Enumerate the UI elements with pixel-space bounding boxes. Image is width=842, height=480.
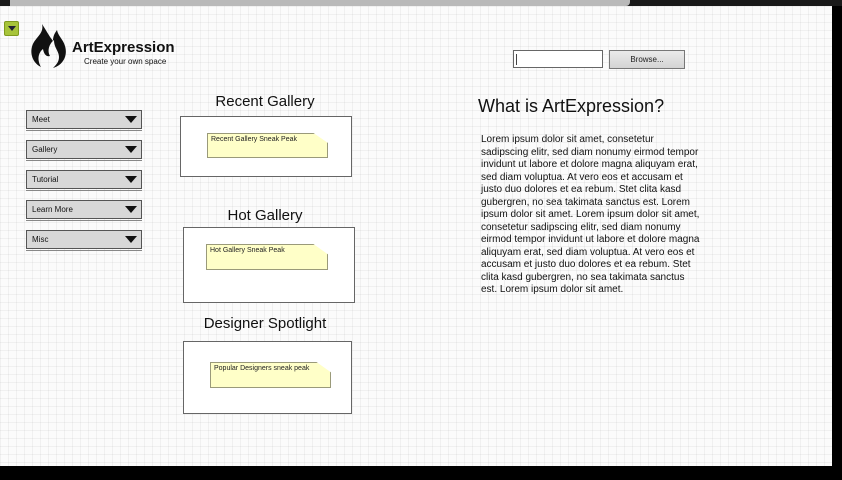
designer-spotlight-panel[interactable]: Popular Designers sneak peak — [183, 341, 352, 414]
recent-gallery-heading: Recent Gallery — [215, 93, 315, 110]
brand-name: ArtExpression — [72, 39, 175, 56]
sidebar-item-gallery[interactable]: Gallery — [26, 140, 142, 161]
chevron-down-icon — [125, 116, 137, 123]
sidebar-item-meet[interactable]: Meet — [26, 110, 142, 131]
sidebar-item-misc[interactable]: Misc — [26, 230, 142, 251]
hot-gallery-heading: Hot Gallery — [227, 207, 303, 224]
designer-spotlight-heading: Designer Spotlight — [203, 315, 327, 332]
sidebar-item-label: Meet — [32, 115, 50, 124]
sidebar-item-label: Tutorial — [32, 175, 59, 184]
browse-button[interactable]: Browse... — [609, 50, 685, 69]
sidebar-item-learn-more[interactable]: Learn More — [26, 200, 142, 221]
sidebar-item-label: Gallery — [32, 145, 58, 154]
flame-logo-icon — [31, 24, 66, 68]
popular-designers-sneak-peek-note: Popular Designers sneak peak — [210, 362, 331, 388]
chevron-down-icon — [125, 206, 137, 213]
sidebar-item-tutorial[interactable]: Tutorial — [26, 170, 142, 191]
mockup-canvas: ArtExpression Create your own space Brow… — [0, 6, 832, 466]
collapse-toggle-icon[interactable] — [4, 21, 19, 36]
about-title: What is ArtExpression? — [478, 96, 665, 116]
sidebar-item-label: Learn More — [32, 205, 73, 214]
about-body: Lorem ipsum dolor sit amet, consetetur s… — [481, 134, 700, 295]
recent-gallery-sneak-peek-note: Recent Gallery Sneak Peak — [207, 133, 328, 158]
hot-gallery-sneak-peek-note: Hot Gallery Sneak Peak — [206, 244, 328, 270]
file-path-input[interactable] — [513, 50, 603, 68]
sidebar-item-label: Misc — [32, 235, 49, 244]
chevron-down-icon — [125, 236, 137, 243]
brand-tagline: Create your own space — [84, 57, 167, 66]
chevron-down-icon — [125, 176, 137, 183]
hot-gallery-panel[interactable]: Hot Gallery Sneak Peak — [183, 227, 355, 303]
recent-gallery-panel[interactable]: Recent Gallery Sneak Peak — [180, 116, 352, 177]
chevron-down-icon — [125, 146, 137, 153]
